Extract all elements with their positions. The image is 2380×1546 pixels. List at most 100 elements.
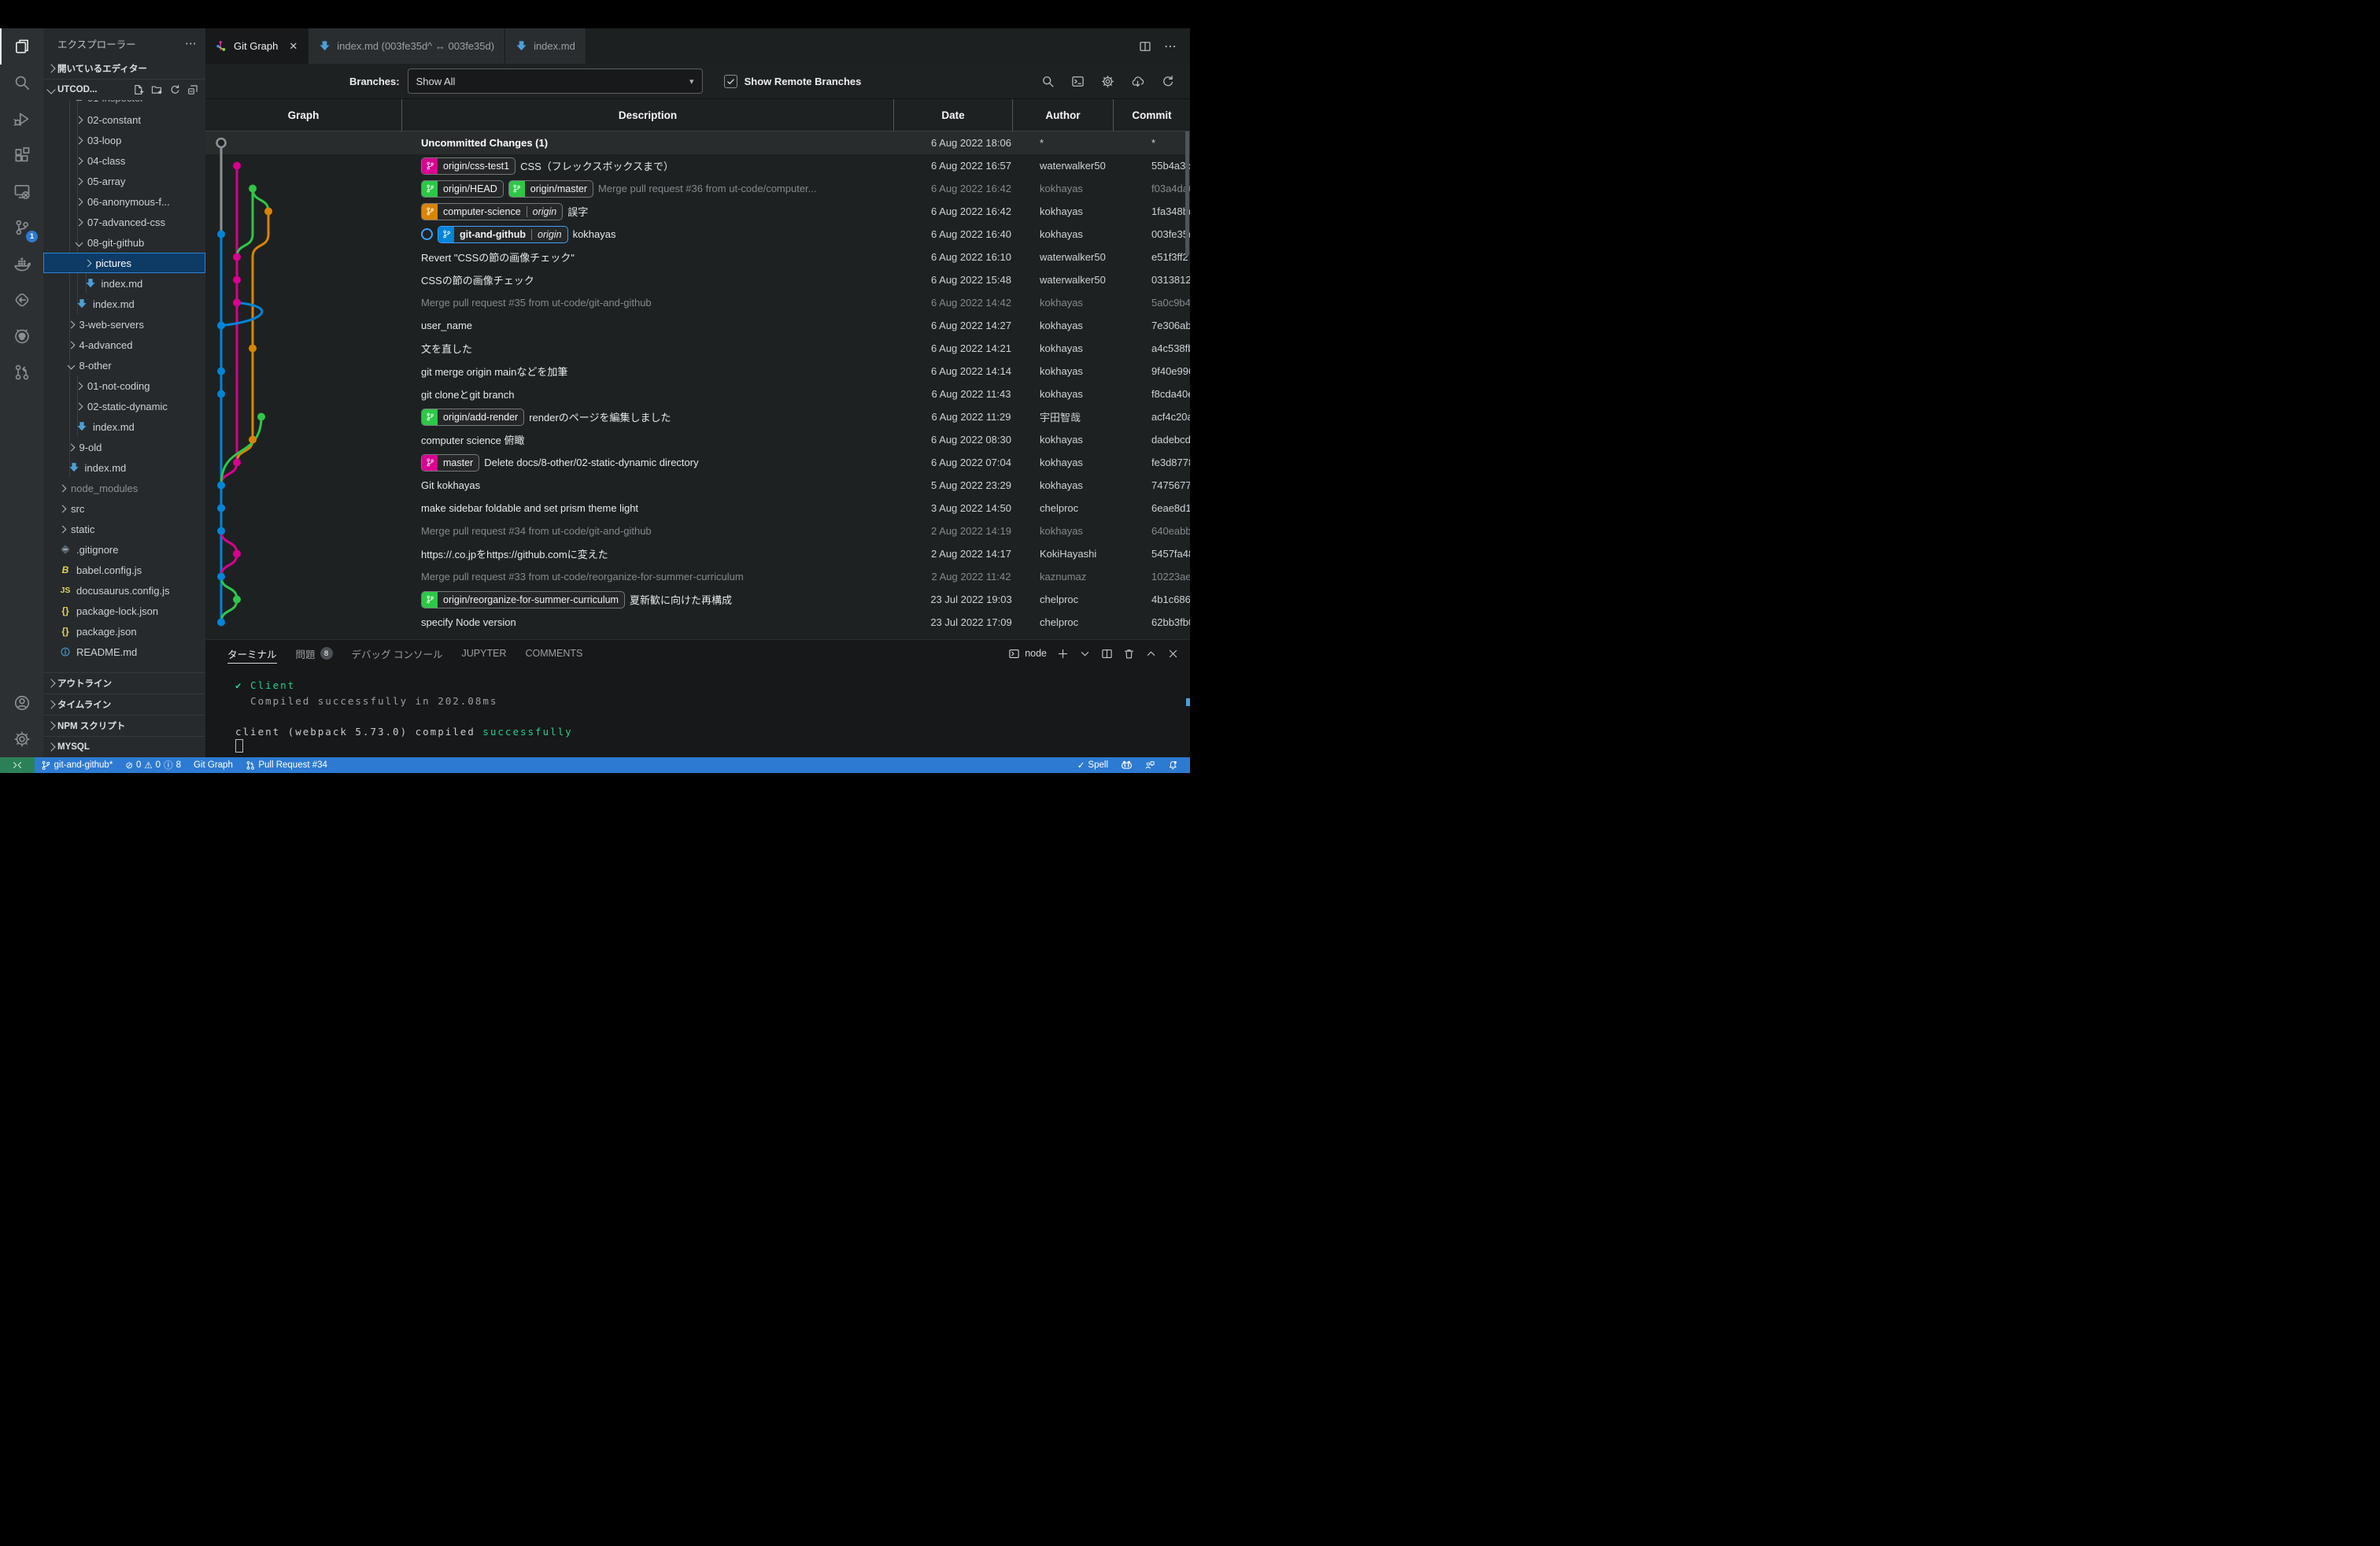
open-editors-section[interactable]: 開いているエディター bbox=[43, 58, 205, 79]
activity-item-gitlens[interactable] bbox=[0, 282, 43, 318]
activity-item-extensions[interactable] bbox=[0, 137, 43, 173]
panel-tab-ターミナル[interactable]: ターミナル bbox=[227, 640, 277, 667]
pull-request-status[interactable]: Pull Request #34 bbox=[239, 757, 334, 773]
tree-item[interactable]: 07-advanced-css bbox=[43, 212, 205, 232]
tree-item[interactable]: 3-web-servers bbox=[43, 314, 205, 335]
tree-item[interactable]: index.md bbox=[43, 457, 205, 478]
activity-item-source-control[interactable]: 1 bbox=[0, 209, 43, 246]
tab-index.md[interactable]: index.md bbox=[505, 28, 586, 64]
panel-tab-COMMENTS[interactable]: COMMENTS bbox=[525, 640, 582, 667]
split-terminal-icon[interactable] bbox=[1101, 648, 1113, 660]
branch-badge-origin/HEAD[interactable]: origin/HEAD bbox=[421, 180, 504, 198]
sidebar-section-アウトライン[interactable]: アウトライン bbox=[43, 672, 205, 693]
tree-item[interactable]: node_modules bbox=[43, 478, 205, 498]
tree-item[interactable]: 9-old bbox=[43, 437, 205, 457]
tree-item[interactable]: 05-array bbox=[43, 171, 205, 191]
section-label: タイムライン bbox=[57, 698, 111, 711]
kill-terminal-icon[interactable] bbox=[1123, 648, 1135, 660]
tree-item[interactable]: index.md bbox=[43, 294, 205, 314]
activity-item-search[interactable] bbox=[0, 65, 43, 101]
fetch-from-remote-icon[interactable] bbox=[1131, 75, 1144, 88]
notifications-status[interactable] bbox=[1162, 760, 1184, 771]
tree-item[interactable]: Bbabel.config.js bbox=[43, 560, 205, 580]
git-graph-status[interactable]: Git Graph bbox=[187, 757, 239, 773]
activity-item-github[interactable] bbox=[0, 318, 43, 354]
spell-status[interactable]: ✓ Spell bbox=[1071, 760, 1114, 771]
close-panel-icon[interactable] bbox=[1167, 648, 1179, 660]
tree-item[interactable]: 02-constant bbox=[43, 109, 205, 130]
remote-indicator[interactable] bbox=[0, 757, 35, 773]
tree-item[interactable]: 06-anonymous-f... bbox=[43, 191, 205, 212]
new-terminal-icon[interactable] bbox=[1057, 648, 1069, 660]
open-editors-label: 開いているエディター bbox=[57, 62, 147, 75]
refresh-explorer-icon[interactable] bbox=[169, 84, 180, 95]
show-remote-branches-checkbox[interactable] bbox=[724, 75, 737, 88]
feedback-status[interactable] bbox=[1139, 760, 1162, 771]
refresh-icon[interactable] bbox=[1161, 75, 1174, 88]
activity-item-remote-explorer[interactable] bbox=[0, 173, 43, 209]
chevron-down-icon bbox=[46, 85, 55, 94]
branch-badge-master[interactable]: master bbox=[421, 454, 479, 472]
tree-item[interactable]: static bbox=[43, 519, 205, 539]
branch-badge-origin/reorganize-for-summer-curriculum[interactable]: origin/reorganize-for-summer-curriculum bbox=[421, 591, 625, 608]
tree-item[interactable]: 08-git-github bbox=[43, 232, 205, 253]
tree-item[interactable]: index.md bbox=[43, 416, 205, 437]
new-file-icon[interactable] bbox=[133, 84, 144, 95]
tab-index.md (003fe35d^ ↔ 003fe35d)[interactable]: index.md (003fe35d^ ↔ 003fe35d) bbox=[309, 28, 505, 64]
copilot-status[interactable] bbox=[1114, 760, 1139, 771]
explorer-more-icon[interactable]: ⋯ bbox=[185, 36, 198, 50]
tree-item[interactable]: {}package-lock.json bbox=[43, 601, 205, 621]
terminal-output[interactable]: ✔ Client Compiled successfully in 202.08… bbox=[205, 667, 1190, 755]
tree-item[interactable]: {}package.json bbox=[43, 621, 205, 642]
editor-more-icon[interactable]: ⋯ bbox=[1164, 39, 1177, 54]
branch-badge-git-and-github[interactable]: git-and-githuborigin bbox=[438, 226, 568, 243]
branches-dropdown[interactable]: Show All ▾ bbox=[408, 68, 703, 94]
tree-item[interactable]: 02-static-dynamic bbox=[43, 396, 205, 416]
activity-item-run-and-debug[interactable] bbox=[0, 101, 43, 137]
tree-item[interactable]: .gitignore bbox=[43, 539, 205, 560]
new-folder-icon[interactable] bbox=[151, 84, 162, 95]
branch-badge-origin/add-render[interactable]: origin/add-render bbox=[421, 409, 524, 426]
extensions-icon bbox=[13, 146, 31, 164]
tree-item[interactable]: 03-loop bbox=[43, 130, 205, 150]
activity-item-github-pull-requests[interactable] bbox=[0, 354, 43, 390]
tree-item[interactable]: 01-not-coding bbox=[43, 375, 205, 396]
branch-badge-origin/css-test1[interactable]: origin/css-test1 bbox=[421, 157, 516, 175]
branch-badge-origin/master[interactable]: origin/master bbox=[508, 180, 593, 198]
tree-item[interactable]: index.md bbox=[43, 273, 205, 294]
maximize-panel-icon[interactable] bbox=[1145, 648, 1157, 660]
tree-item[interactable]: 4-advanced bbox=[43, 335, 205, 355]
activity-item-docker[interactable] bbox=[0, 246, 43, 282]
tree-item[interactable]: 01-inspector bbox=[43, 100, 205, 109]
tab-Git Graph[interactable]: Git Graph✕ bbox=[205, 28, 309, 64]
sidebar-section-NPM スクリプト[interactable]: NPM スクリプト bbox=[43, 715, 205, 736]
panel-tab-問題[interactable]: 問題8 bbox=[296, 640, 333, 667]
terminal-icon[interactable] bbox=[1071, 75, 1085, 88]
tree-item[interactable]: 8-other bbox=[43, 355, 205, 375]
panel-tab-デバッグ コンソール[interactable]: デバッグ コンソール bbox=[352, 640, 443, 667]
workspace-section[interactable]: UTCOD... bbox=[43, 79, 205, 100]
commit-hash: f8cda40e bbox=[1140, 388, 1190, 400]
tree-item[interactable]: README.md bbox=[43, 642, 205, 662]
close-icon[interactable]: ✕ bbox=[289, 40, 298, 53]
search-icon[interactable] bbox=[1041, 75, 1055, 88]
tree-item[interactable]: 04-class bbox=[43, 150, 205, 171]
activity-item-accounts[interactable] bbox=[0, 685, 43, 721]
tree-item[interactable]: JSdocusaurus.config.js bbox=[43, 580, 205, 601]
panel-tab-JUPYTER[interactable]: JUPYTER bbox=[462, 640, 507, 667]
split-editor-icon[interactable] bbox=[1139, 40, 1151, 53]
problems-status[interactable]: ⊘ 0 ⚠ 0 ⓘ 8 bbox=[119, 757, 187, 773]
branch-status[interactable]: git-and-github* bbox=[35, 757, 119, 773]
activity-item-explorer[interactable] bbox=[0, 28, 43, 65]
branch-badge-computer-science[interactable]: computer-scienceorigin bbox=[421, 203, 563, 220]
sidebar-section-MYSQL[interactable]: MYSQL bbox=[43, 736, 205, 757]
collapse-folders-icon[interactable] bbox=[187, 84, 198, 95]
settings-icon[interactable] bbox=[1101, 75, 1114, 88]
tree-item[interactable]: pictures bbox=[43, 253, 205, 273]
launch-profile-icon[interactable] bbox=[1079, 648, 1091, 660]
tree-item[interactable]: src bbox=[43, 498, 205, 519]
sidebar-section-タイムライン[interactable]: タイムライン bbox=[43, 693, 205, 715]
table-scrollbar[interactable] bbox=[1185, 131, 1189, 256]
activity-item-settings[interactable] bbox=[0, 721, 43, 757]
terminal-instance[interactable]: node bbox=[1008, 648, 1047, 660]
